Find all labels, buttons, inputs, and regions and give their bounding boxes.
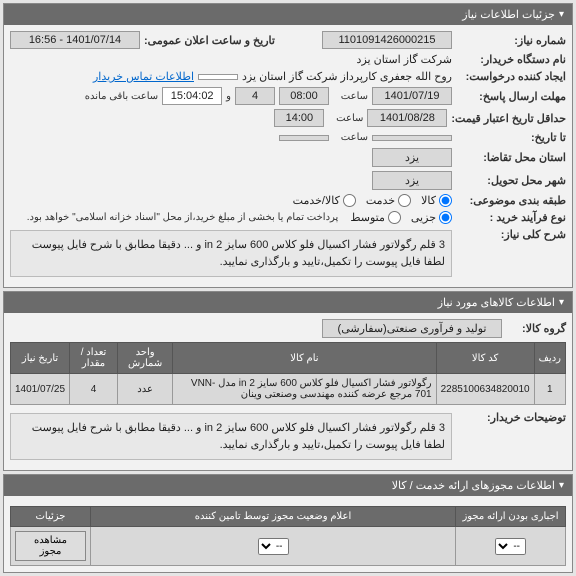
days-count-value: 4 [235,87,275,105]
goods-info-panel: ▾ اطلاعات کالاهای مورد نیاز گروه کالا: ت… [3,291,573,471]
radio-service[interactable]: خدمت [366,194,411,207]
radio-goods-input[interactable] [439,194,452,207]
radio-goods[interactable]: کالا [421,194,452,207]
subject-type-label: طبقه بندی موضوعی: [456,194,566,207]
cell-qty: 4 [70,374,118,405]
radio-goods-label: کالا [421,194,436,207]
table-row: -- -- مشاهده مجوز [11,527,566,566]
subject-type-radios: کالا خدمت کالا/خدمت [293,194,452,207]
empty-field [198,74,238,80]
time-label-1: ساعت [333,91,368,102]
cell-details: مشاهده مجوز [11,527,91,566]
permits-table: اجباری بودن ارائه مجوز اعلام وضعیت مجوز … [10,506,566,566]
validity-date-value: 1401/08/28 [367,109,447,127]
collapse-icon: ▾ [559,480,564,491]
cell-mandatory: -- [456,527,566,566]
buyer-notes-label: توضیحات خریدار: [456,411,566,424]
table-row[interactable]: 1 2285100634820010 رگولاتور فشار اکسیال … [11,374,566,405]
collapse-icon: ▾ [559,9,564,20]
radio-medium-input[interactable] [388,211,401,224]
col-unit: واحد شمارش [117,343,172,374]
need-number-label: شماره نیاز: [456,34,566,47]
goods-info-body: گروه کالا: تولید و فرآوری صنعتی(سفارشی) … [4,313,572,470]
min-validity-label: حداقل تاریخ اعتبار قیمت: [451,112,566,125]
col-status: اعلام وضعیت مجوز توسط تامین کننده [91,507,456,527]
purchase-note: پرداخت تمام یا بخشی از مبلغ خرید،از محل … [27,212,339,223]
radio-both[interactable]: کالا/خدمت [293,194,356,207]
time-label-2: ساعت [328,113,363,124]
permits-panel: ▾ اطلاعات مجوزهای ارائه خدمت / کالا اجبا… [3,474,573,573]
permits-header[interactable]: ▾ اطلاعات مجوزهای ارائه خدمت / کالا [4,475,572,496]
request-city-value: یزد [372,148,452,167]
announce-date-label: تاریخ و ساعت اعلان عمومی: [144,34,275,47]
buyer-org-label: نام دستگاه خریدار: [456,53,566,66]
status-select[interactable]: -- [258,538,289,555]
radio-both-label: کالا/خدمت [293,194,340,207]
delivery-city-label: شهر محل تحویل: [456,174,566,187]
radio-service-label: خدمت [366,194,395,207]
need-info-title: جزئیات اطلاعات نیاز [462,8,555,21]
collapse-icon: ▾ [559,297,564,308]
response-time-value: 08:00 [279,87,329,105]
mandatory-select[interactable]: -- [495,538,526,555]
radio-service-input[interactable] [398,194,411,207]
group-label: گروه کالا: [506,322,566,335]
col-row: ردیف [534,343,565,374]
need-info-body: شماره نیاز: 1101091426000215 تاریخ و ساع… [4,25,572,287]
col-qty: تعداد / مقدار [70,343,118,374]
summary-text: 3 قلم رگولاتور فشار اکسیال فلو کلاس 600 … [10,230,452,277]
validity-time-value: 14:00 [274,109,324,127]
group-value: تولید و فرآوری صنعتی(سفارشی) [322,319,502,338]
remaining-label: ساعت باقی مانده [85,91,158,102]
delivery-date-value [372,135,452,141]
time-label-3: ساعت [333,132,368,143]
permits-body: اجباری بودن ارائه مجوز اعلام وضعیت مجوز … [4,496,572,572]
remaining-time-value: 15:04:02 [162,87,222,105]
col-mandatory: اجباری بودن ارائه مجوز [456,507,566,527]
col-date: تاریخ نیاز [11,343,70,374]
cell-idx: 1 [534,374,565,405]
purchase-type-label: نوع فرآیند خرید : [456,211,566,224]
goods-table: ردیف کد کالا نام کالا واحد شمارش تعداد /… [10,342,566,405]
radio-medium-label: متوسط [350,211,385,224]
permits-header-row: اجباری بودن ارائه مجوز اعلام وضعیت مجوز … [11,507,566,527]
announce-date-value: 1401/07/14 - 16:56 [10,31,140,49]
goods-info-header[interactable]: ▾ اطلاعات کالاهای مورد نیاز [4,292,572,313]
radio-medium[interactable]: متوسط [350,211,401,224]
delivery-city-value: یزد [372,171,452,190]
need-info-header[interactable]: ▾ جزئیات اطلاعات نیاز [4,4,572,25]
delivery-time-value [279,135,329,141]
cell-name: رگولاتور فشار اکسیال فلو کلاس 600 سایز i… [173,374,436,405]
radio-both-input[interactable] [343,194,356,207]
goods-table-header-row: ردیف کد کالا نام کالا واحد شمارش تعداد /… [11,343,566,374]
goods-info-title: اطلاعات کالاهای مورد نیاز [438,296,555,309]
cell-code: 2285100634820010 [436,374,534,405]
contact-buyer-link[interactable]: اطلاعات تماس خریدار [93,70,194,83]
need-number-value: 1101091426000215 [322,31,452,49]
response-deadline-label: مهلت ارسال پاسخ: [456,90,566,103]
buyer-notes-text: 3 قلم رگولاتور فشار اکسیال فلو کلاس 600 … [10,413,452,460]
requester-value: روح الله جعفری کارپرداز شرکت گاز استان ی… [242,70,452,83]
buyer-org-value: شرکت گاز استان یزد [357,53,452,66]
permits-title: اطلاعات مجوزهای ارائه خدمت / کالا [392,479,555,492]
radio-partial[interactable]: جزیی [411,211,452,224]
radio-partial-label: جزیی [411,211,436,224]
cell-date: 1401/07/25 [11,374,70,405]
response-date-value: 1401/07/19 [372,87,452,105]
request-city-label: استان محل تقاضا: [456,151,566,164]
radio-partial-input[interactable] [439,211,452,224]
wa-label: و [226,91,231,102]
col-name: نام کالا [173,343,436,374]
purchase-type-radios: جزیی متوسط [350,211,452,224]
summary-label: شرح کلی نیاز: [456,228,566,241]
col-details: جزئیات [11,507,91,527]
delivery-date-label: تا تاریخ: [456,131,566,144]
need-info-panel: ▾ جزئیات اطلاعات نیاز شماره نیاز: 110109… [3,3,573,288]
col-code: کد کالا [436,343,534,374]
requester-label: ایجاد کننده درخواست: [456,70,566,83]
cell-unit: عدد [117,374,172,405]
cell-status: -- [91,527,456,566]
